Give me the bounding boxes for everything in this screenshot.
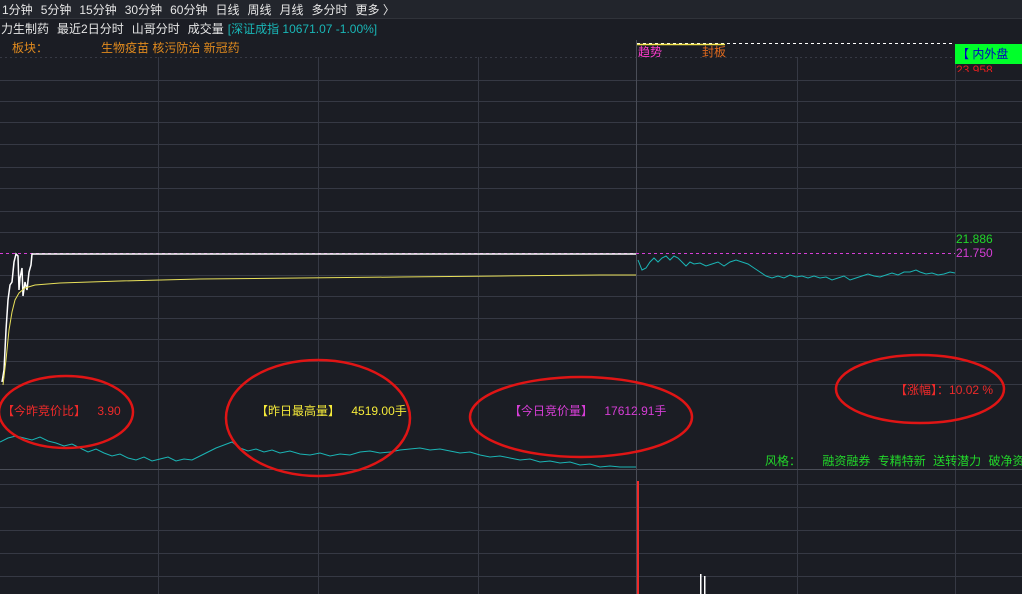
style-tag-specialized[interactable]: 专精特新 (878, 454, 926, 468)
ratio-label: 【今昨竞价比】 (2, 404, 87, 418)
chart-grid (0, 57, 1022, 594)
today-auction-label: 【今日竞价量】 (509, 404, 594, 418)
rise-annotation: 【涨幅】：10.02 % (895, 381, 993, 398)
volume-bar-a (700, 574, 702, 594)
style-label: 风格： (765, 454, 802, 468)
yesterday-max-value: 4519.00手 (351, 404, 407, 418)
price-line-today (637, 255, 956, 281)
inner-outer-label: 【 内外盘 (957, 47, 1009, 61)
style-tag-margin-trading[interactable]: 融资融券 (822, 454, 870, 468)
volume-bar-auction (637, 481, 639, 594)
rise-label: 【涨幅】 (895, 383, 938, 397)
volume-bar-b (704, 576, 706, 594)
last-price-label: 21.886 (956, 232, 993, 246)
prev-close-label: 21.750 (956, 246, 993, 260)
today-auction-annotation: 【今日竞价量】 17612.91手 (509, 402, 666, 419)
seal-marker: 封板 (702, 45, 727, 59)
ratio-value: 3.90 (97, 404, 121, 418)
ratio-annotation: 【今昨竞价比】 3.90 (2, 402, 121, 419)
style-tag-below-book[interactable]: 破净资产 (988, 454, 1022, 468)
yesterday-max-label: 【昨日最高量】 (256, 404, 341, 418)
intraday-chart[interactable] (0, 0, 1022, 594)
style-tag-bonus-potential[interactable]: 送转潜力 (933, 454, 981, 468)
inner-outer-tab[interactable]: 【 内外盘 (955, 44, 1022, 64)
today-auction-value: 17612.91手 (604, 404, 667, 418)
rise-value: ：10.02 % (937, 383, 994, 397)
style-row: 风格： 融资融券 专精特新 送转潜力 破净资产 (765, 452, 1022, 469)
avg-line-yesterday (2, 274, 636, 386)
trend-marker: 趋势 (638, 45, 663, 59)
yesterday-max-annotation: 【昨日最高量】 4519.00手 (256, 402, 407, 419)
